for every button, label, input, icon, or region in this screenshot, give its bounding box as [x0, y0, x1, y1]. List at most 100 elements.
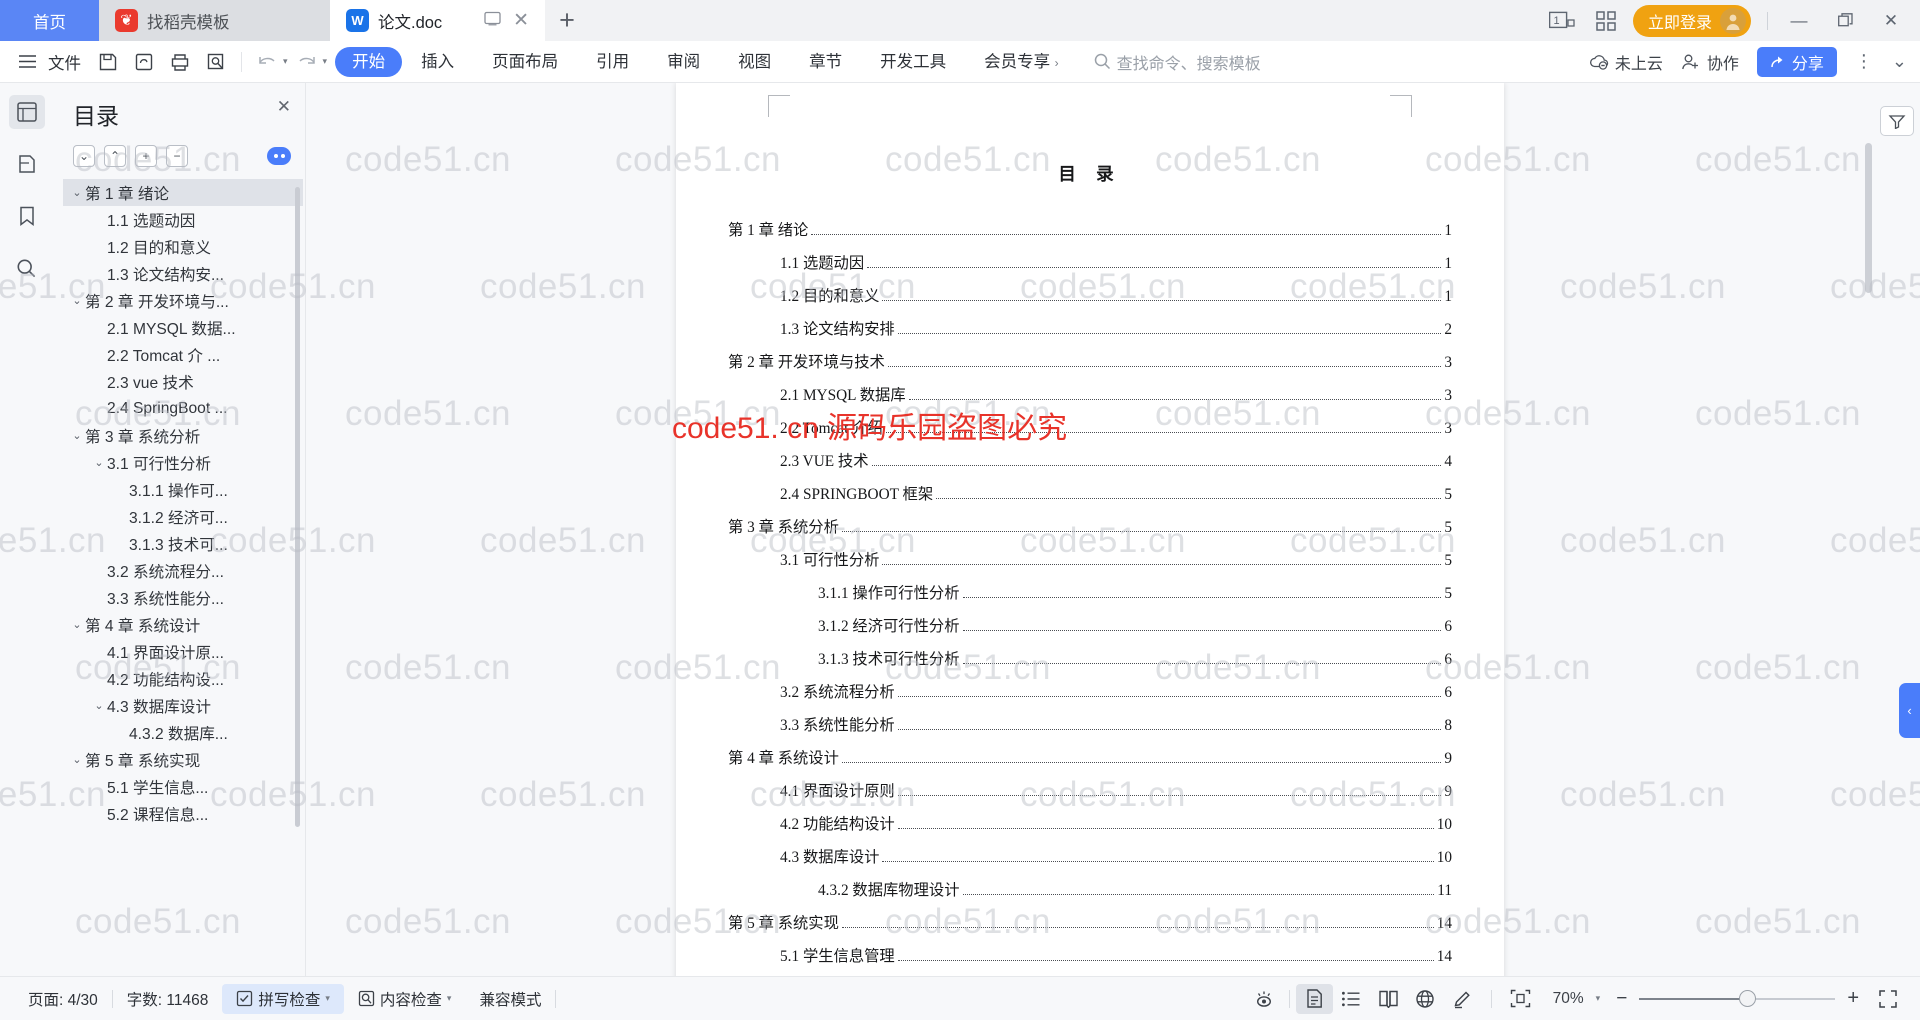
fullscreen-icon[interactable] — [1869, 984, 1906, 1014]
toc-item-list[interactable]: ⌄ 第 1 章 绪论 1.1 选题动因 1.2 目的和意义 1.3 论文结构安... ⌄ 第… — [63, 177, 303, 976]
login-button[interactable]: 立即登录 — [1632, 4, 1751, 37]
toc-decrease-level-button[interactable]: − — [166, 145, 188, 167]
print-preview-icon[interactable] — [199, 46, 233, 78]
collapse-ribbon-icon[interactable]: ⌄ — [1892, 51, 1908, 72]
page-view-icon[interactable] — [1295, 983, 1333, 1014]
file-menu-label[interactable]: 文件 — [46, 50, 89, 74]
word-count-label[interactable]: 字数: 11468 — [113, 984, 223, 1014]
zoom-slider[interactable] — [1639, 990, 1836, 1007]
toc-item[interactable]: ⌄ 第 3 章 系统分析 — [63, 422, 303, 449]
toc-expand-down-button[interactable]: ⌄ — [73, 145, 95, 167]
compat-mode-label[interactable]: 兼容模式 — [465, 984, 555, 1014]
document-toc-row[interactable]: 3.3 系统性能分析 8 — [728, 713, 1452, 746]
document-canvas[interactable]: 目 录 第 1 章 绪论 1 1.1 选题动因 1 1.2 目的和意义 1 1.3 论文结构… — [306, 83, 1874, 976]
save-icon[interactable] — [91, 46, 125, 78]
document-toc-row[interactable]: 第 2 章 开发环境与技术 3 — [728, 350, 1452, 383]
document-toc-row[interactable]: 3.1.1 操作可行性分析 5 — [728, 581, 1452, 614]
document-toc-row[interactable]: 第 5 章 系统实现 14 — [728, 911, 1452, 944]
rail-bookmark-button[interactable] — [9, 199, 45, 233]
toc-item[interactable]: 3.2 系统流程分... — [63, 557, 303, 584]
document-toc-row[interactable]: 4.3.2 数据库物理设计 11 — [728, 878, 1452, 911]
document-toc-row[interactable]: 第 4 章 系统设计 9 — [728, 746, 1452, 779]
annotate-icon[interactable] — [1444, 984, 1481, 1014]
toc-item[interactable]: 1.2 目的和意义 — [63, 233, 303, 260]
toc-scrollbar[interactable] — [295, 187, 300, 827]
print-icon[interactable] — [163, 46, 197, 78]
rail-search-button[interactable] — [9, 251, 45, 285]
web-view-icon[interactable] — [1407, 984, 1444, 1014]
document-toc-row[interactable]: 1.1 选题动因 1 — [728, 251, 1452, 284]
chevron-down-icon[interactable]: ⌄ — [69, 186, 85, 199]
chevron-down-icon[interactable]: ▾ — [447, 993, 452, 1004]
toc-item[interactable]: 3.1.3 技术可... — [63, 530, 303, 557]
ribbon-tab-insert[interactable]: 插入 — [402, 47, 473, 77]
rail-outline-button[interactable] — [8, 95, 45, 129]
toc-item[interactable]: ⌄ 第 5 章 系统实现 — [63, 746, 303, 773]
toc-item[interactable]: 1.3 论文结构安... — [63, 260, 303, 287]
document-toc-row[interactable]: 2.3 VUE 技术 4 — [728, 449, 1452, 482]
document-toc-row[interactable]: 5.1 学生信息管理 14 — [728, 944, 1452, 976]
new-tab-button[interactable]: + — [545, 0, 589, 41]
toc-close-icon[interactable]: ✕ — [277, 97, 291, 117]
chevron-down-icon[interactable]: ⌄ — [69, 753, 85, 766]
minimize-button[interactable]: — — [1784, 0, 1814, 41]
maximize-button[interactable] — [1830, 0, 1860, 41]
document-toc-row[interactable]: 1.2 目的和意义 1 — [728, 284, 1452, 317]
undo-icon[interactable] — [250, 46, 284, 78]
cloud-status-button[interactable]: 未上云 — [1589, 50, 1663, 74]
chevron-down-icon[interactable]: ▾ — [325, 993, 330, 1004]
chevron-down-icon[interactable]: ⌄ — [69, 429, 85, 442]
document-toc-row[interactable]: 1.3 论文结构安排 2 — [728, 317, 1452, 350]
toc-item[interactable]: 3.1.2 经济可... — [63, 503, 303, 530]
chevron-down-icon[interactable]: ⌄ — [69, 618, 85, 631]
toc-item[interactable]: ⌄ 4.3 数据库设计 — [63, 692, 303, 719]
document-toc-row[interactable]: 4.3 数据库设计 10 — [728, 845, 1452, 878]
document-toc-row[interactable]: 第 3 章 系统分析 5 — [728, 515, 1452, 548]
menu-icon[interactable] — [10, 46, 44, 78]
toc-item[interactable]: ⌄ 3.1 可行性分析 — [63, 449, 303, 476]
ribbon-tab-review[interactable]: 审阅 — [648, 47, 719, 77]
ribbon-tab-view[interactable]: 视图 — [719, 47, 790, 77]
toc-item[interactable]: 4.3.2 数据库... — [63, 719, 303, 746]
toc-item[interactable]: 2.1 MYSQL 数据... — [63, 314, 303, 341]
cloud-save-icon[interactable] — [127, 46, 161, 78]
chevron-down-icon[interactable]: ⌄ — [91, 699, 107, 712]
grid-apps-icon[interactable] — [1595, 10, 1617, 32]
ribbon-tab-page-layout[interactable]: 页面布局 — [473, 47, 577, 77]
chevron-down-icon[interactable]: ▾ — [1596, 993, 1601, 1004]
rail-thumbnails-button[interactable] — [9, 147, 45, 181]
fit-page-icon[interactable] — [1502, 984, 1539, 1014]
multi-screen-icon[interactable]: 1 — [1548, 11, 1579, 30]
document-toc-row[interactable]: 4.2 功能结构设计 10 — [728, 812, 1452, 845]
share-button[interactable]: 分享 — [1756, 46, 1837, 77]
ribbon-tab-section[interactable]: 章节 — [790, 47, 861, 77]
toc-item[interactable]: ⌄ 第 4 章 系统设计 — [63, 611, 303, 638]
document-toc-row[interactable]: 2.1 MYSQL 数据库 3 — [728, 383, 1452, 416]
ribbon-tab-vip[interactable]: 会员专享 › — [965, 47, 1078, 77]
redo-dropdown-icon[interactable]: ▾ — [323, 56, 328, 67]
toc-collapse-up-button[interactable]: ⌃ — [104, 145, 126, 167]
toc-visibility-toggle[interactable] — [267, 147, 291, 165]
outline-view-icon[interactable] — [1333, 984, 1370, 1014]
toc-item[interactable]: 4.2 功能结构设... — [63, 665, 303, 692]
document-page[interactable]: 目 录 第 1 章 绪论 1 1.1 选题动因 1 1.2 目的和意义 1 1.3 论文结构… — [676, 83, 1504, 976]
reading-view-icon[interactable] — [1370, 984, 1407, 1014]
ribbon-tab-dev-tools[interactable]: 开发工具 — [861, 47, 965, 77]
document-toc-row[interactable]: 3.1.2 经济可行性分析 6 — [728, 614, 1452, 647]
close-window-button[interactable]: ✕ — [1876, 0, 1906, 41]
collaborate-button[interactable]: 协作 — [1681, 50, 1739, 74]
ribbon-tab-reference[interactable]: 引用 — [577, 47, 648, 77]
right-panel-expand-button[interactable]: ‹ — [1899, 683, 1920, 738]
spellcheck-button[interactable]: 拼写检查 ▾ — [222, 983, 344, 1014]
document-toc-row[interactable]: 2.4 SPRINGBOOT 框架 5 — [728, 482, 1452, 515]
cast-icon[interactable] — [484, 11, 501, 31]
toc-item[interactable]: ⌄ 第 1 章 绪论 — [63, 179, 303, 206]
toc-increase-level-button[interactable]: + — [135, 145, 157, 167]
toc-item[interactable]: 2.4 SpringBoot ... — [63, 395, 303, 422]
document-scrollbar[interactable] — [1865, 143, 1872, 293]
page-count-label[interactable]: 页面: 4/30 — [14, 984, 112, 1014]
zoom-in-button[interactable]: + — [1847, 987, 1859, 1010]
toc-item[interactable]: 4.1 界面设计原... — [63, 638, 303, 665]
zoom-slider-knob[interactable] — [1739, 990, 1757, 1007]
toc-item[interactable]: 2.2 Tomcat 介 ... — [63, 341, 303, 368]
